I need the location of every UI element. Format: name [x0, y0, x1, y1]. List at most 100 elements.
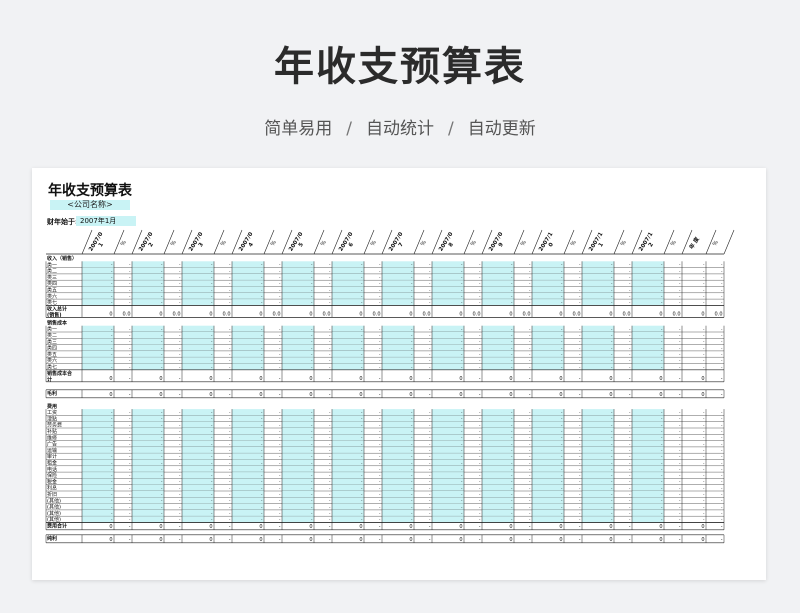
input-cell [582, 453, 614, 460]
input-cell [232, 446, 264, 454]
input-cell [132, 484, 164, 491]
cell-pct: - [229, 364, 231, 369]
cell-pct: - [629, 333, 631, 338]
input-cell [632, 338, 664, 345]
cell-pct: - [479, 473, 481, 478]
cell-pct: - [179, 345, 181, 350]
row-label: 类六 [47, 357, 57, 364]
input-cell [182, 292, 214, 300]
input-cell [582, 465, 614, 473]
input-cell [432, 509, 464, 517]
total-value: 0 [159, 537, 162, 543]
cell-pct: - [579, 511, 581, 516]
month-header-label: 5 [298, 242, 305, 249]
month-header-label: 8 [448, 242, 455, 249]
month-header-label: 9 [498, 242, 505, 249]
pct-header-label: % [570, 240, 578, 248]
cell-pct: - [229, 339, 231, 344]
pct-header-label: % [370, 240, 378, 248]
input-cell [182, 497, 214, 504]
input-cell [182, 338, 214, 345]
input-cell [432, 465, 464, 473]
cell-pct: - [579, 410, 581, 415]
row-label: 类四 [47, 345, 57, 352]
input-cell [82, 503, 114, 510]
cell-pct: - [721, 473, 723, 478]
total-value: 0 [659, 376, 662, 382]
input-cell [132, 267, 164, 274]
cell-pct: - [579, 460, 581, 465]
cell-pct: - [721, 441, 723, 446]
input-cell [132, 292, 164, 300]
total-pct: 0.0 [623, 311, 631, 317]
month-header-label: 2007/0 [388, 231, 404, 252]
input-cell [582, 299, 614, 306]
cell-value: - [703, 435, 705, 440]
cell-pct: - [379, 358, 381, 363]
cell-pct: - [679, 460, 681, 465]
cell-pct: - [429, 498, 431, 503]
input-cell [632, 325, 664, 332]
input-cell [532, 299, 564, 306]
cell-pct: - [279, 473, 281, 478]
input-cell [582, 286, 614, 293]
cell-pct: - [721, 281, 723, 286]
month-header-label: 7 [398, 242, 405, 249]
cell-pct: - [629, 364, 631, 369]
pct-header: % [120, 240, 128, 248]
cell-pct: - [279, 467, 281, 472]
cell-value: - [703, 364, 705, 369]
cell-pct: - [579, 300, 581, 305]
pct-header-label: % [320, 240, 328, 248]
cell-pct: - [679, 486, 681, 491]
input-cell [132, 280, 164, 287]
total-pct: - [721, 524, 723, 530]
input-cell [132, 325, 164, 332]
cell-pct: - [229, 517, 231, 522]
cell-pct: - [129, 486, 131, 491]
cell-pct: - [379, 479, 381, 484]
input-cell [282, 428, 314, 435]
cell-pct: - [379, 416, 381, 421]
input-cell [82, 415, 114, 422]
cell-pct: - [721, 460, 723, 465]
input-cell [282, 509, 314, 517]
cell-pct: - [629, 268, 631, 273]
input-cell [232, 332, 264, 339]
cell-pct: - [721, 486, 723, 491]
input-cell [482, 459, 514, 466]
cell-pct: - [129, 275, 131, 280]
input-cell [82, 497, 114, 504]
cell-pct: - [579, 352, 581, 357]
cell-pct: - [721, 423, 723, 428]
input-cell [432, 459, 464, 466]
total-pct: - [579, 376, 581, 382]
input-cell [282, 415, 314, 422]
input-cell [482, 344, 514, 351]
cell-value: - [703, 268, 705, 273]
cell-pct: - [129, 333, 131, 338]
input-cell [232, 280, 264, 287]
total-pct: 0.0 [223, 311, 231, 317]
cell-pct: - [129, 479, 131, 484]
cell-pct: - [279, 492, 281, 497]
cell-pct: - [129, 262, 131, 267]
input-cell [582, 497, 614, 504]
input-cell [332, 484, 364, 491]
cell-pct: - [479, 429, 481, 434]
input-cell [432, 440, 464, 447]
page-subtitle: 简单易用 / 自动统计 / 自动更新 [0, 114, 800, 139]
cell-pct: - [429, 517, 431, 522]
row-label: 类三 [47, 274, 57, 281]
input-cell [332, 459, 364, 466]
cell-pct: - [429, 268, 431, 273]
cell-pct: - [329, 358, 331, 363]
input-cell [82, 428, 114, 435]
total-pct: - [679, 392, 681, 398]
cell-pct: - [529, 333, 531, 338]
total-pct: 0.0 [715, 311, 723, 317]
input-cell [632, 273, 664, 281]
input-cell [282, 453, 314, 460]
total-value: 0 [559, 392, 562, 398]
input-cell [232, 261, 264, 268]
